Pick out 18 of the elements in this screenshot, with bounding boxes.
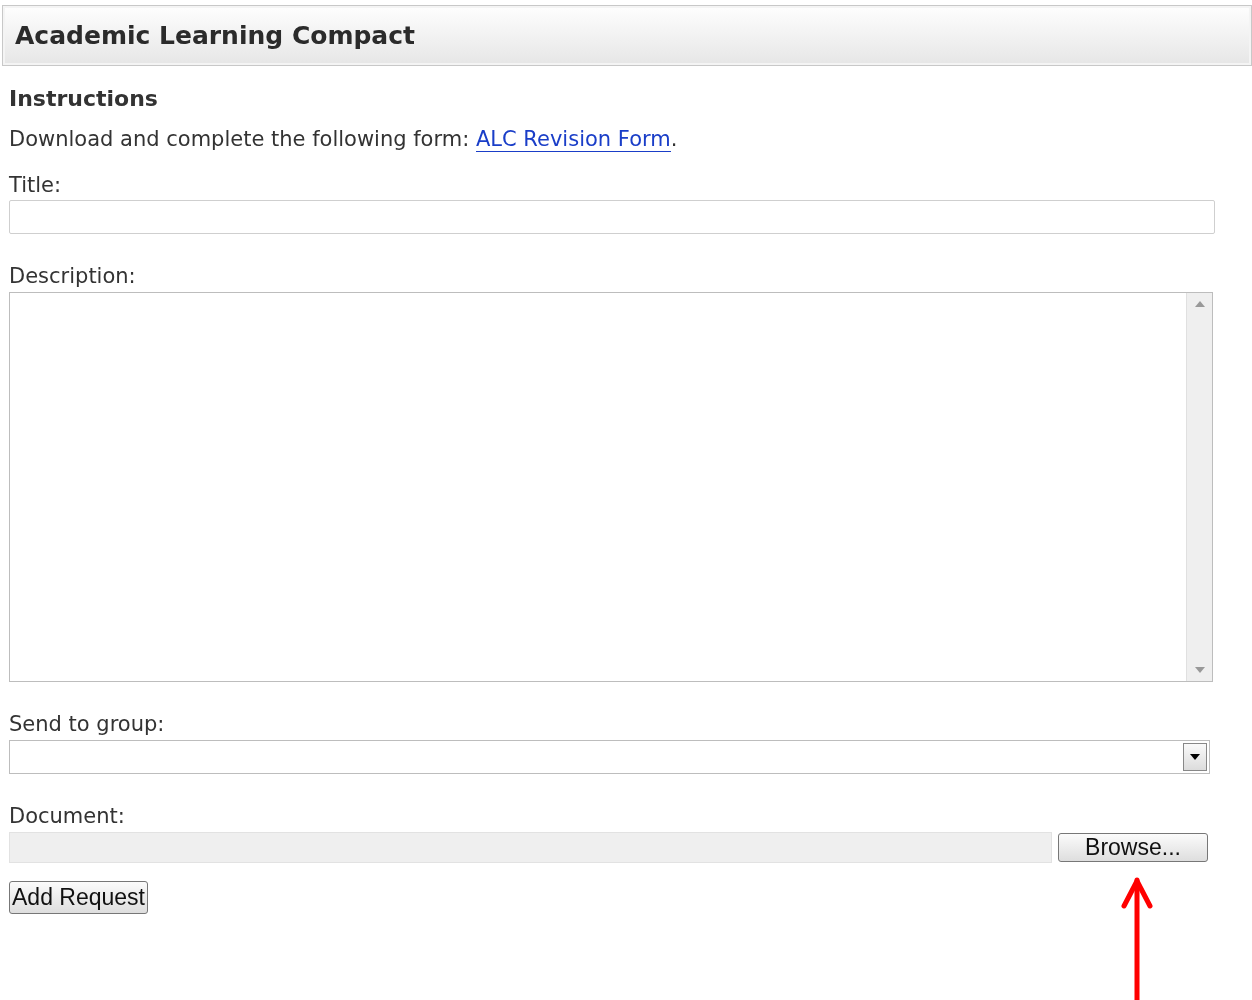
add-request-button[interactable]: Add Request bbox=[9, 881, 148, 914]
browse-button[interactable]: Browse... bbox=[1058, 833, 1208, 862]
section-heading: Instructions bbox=[9, 86, 158, 111]
field-label: Title: bbox=[9, 173, 62, 197]
scrollbar[interactable] bbox=[1186, 293, 1212, 681]
caret-icon bbox=[1190, 754, 1200, 760]
title-field[interactable] bbox=[9, 200, 1215, 234]
dropdown-button[interactable] bbox=[1183, 743, 1207, 771]
scroll-up-icon[interactable] bbox=[1194, 301, 1205, 307]
form-link[interactable]: ALC Revision Form bbox=[475, 127, 671, 152]
file-path-field[interactable] bbox=[9, 832, 1052, 863]
instructions-text: Download and complete the following form: ALC Revision Form. bbox=[9, 127, 678, 151]
field-label: Description: bbox=[9, 264, 136, 288]
description-field[interactable] bbox=[9, 292, 1213, 682]
page-title: Academic Learning Compact bbox=[15, 21, 415, 50]
field-label: Document: bbox=[9, 804, 125, 828]
scroll-down-icon[interactable] bbox=[1194, 667, 1205, 673]
field-label: Send to group: bbox=[9, 712, 165, 736]
